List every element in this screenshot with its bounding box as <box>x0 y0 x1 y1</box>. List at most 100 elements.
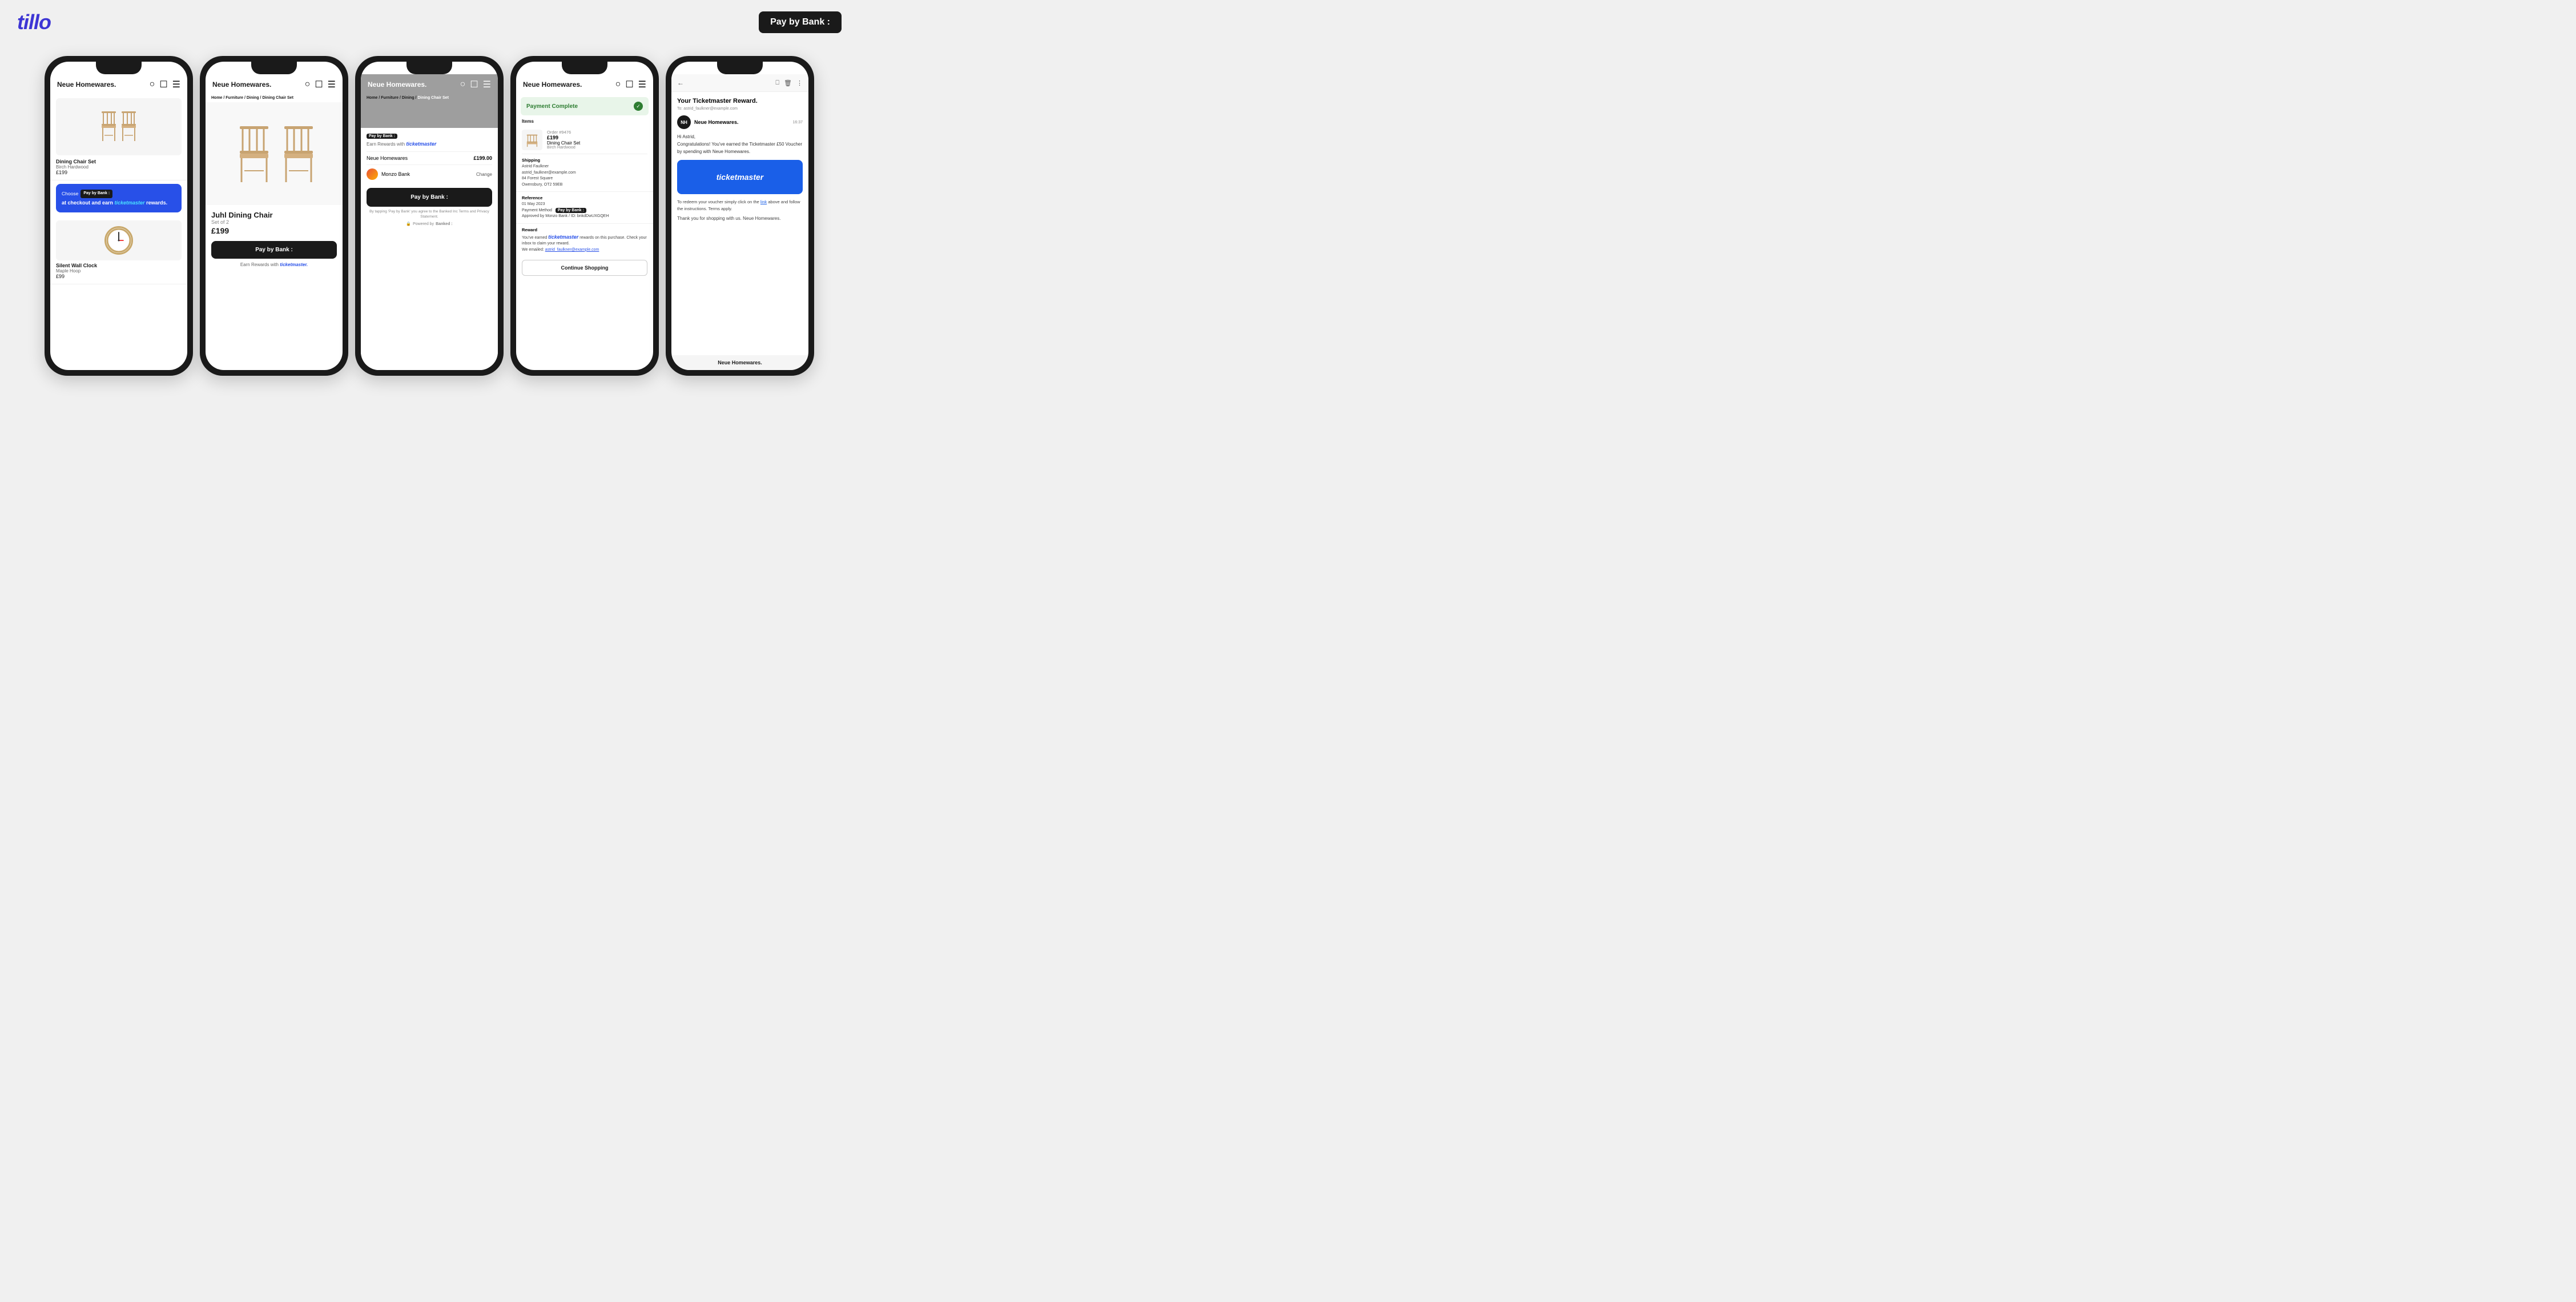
sender-name: Neue Homewares. <box>694 119 739 125</box>
more-icon[interactable]: ⋮ <box>796 79 803 87</box>
check-icon: ✓ <box>634 102 643 111</box>
navbar-4: Neue Homewares. ○ ☐ ☰ <box>516 74 653 94</box>
cart-icon-3[interactable]: ☐ <box>470 79 478 90</box>
reward-label: Reward <box>522 227 647 232</box>
brand-3: Neue Homewares. <box>368 81 426 89</box>
payment-title: Pay by Bank : <box>367 134 492 139</box>
order-section: Items <box>516 119 653 154</box>
email-sender: NH Neue Homewares. 16:37 <box>677 115 803 129</box>
navbar-icons-2: ○ ☐ ☰ <box>305 79 336 90</box>
notch-2 <box>251 62 297 74</box>
order-number: Order #9476 <box>547 130 647 135</box>
ticketmaster-reward: ticketmaster <box>548 234 578 240</box>
product-card-2[interactable]: Silent Wall Clock Maple Hoop £99 <box>50 216 187 284</box>
navbar-3: Neue Homewares. ○ ☐ ☰ <box>361 74 498 94</box>
cart-icon-2[interactable]: ☐ <box>315 79 323 90</box>
product-chairs-large <box>228 114 320 194</box>
product-price-1: £199 <box>56 170 182 175</box>
archive-icon[interactable]: ⎕ <box>775 79 779 87</box>
promo-text: at checkout and earn ticketmaster reward… <box>62 199 176 207</box>
brand-4: Neue Homewares. <box>523 81 582 89</box>
pay-by-bank-btn-2[interactable]: Pay by Bank : <box>211 241 337 259</box>
product-detail-image <box>206 102 343 205</box>
product-image-1 <box>56 98 182 155</box>
product-detail-price: £199 <box>211 226 337 235</box>
cart-icon-1[interactable]: ☐ <box>159 79 167 90</box>
redeem-link[interactable]: link <box>760 199 767 204</box>
reward-text: You've earned ticketmaster rewards on th… <box>522 234 647 254</box>
order-sub: Birch Hardwood <box>547 146 647 150</box>
shipping-city: Owensbury, OT2 59EB <box>522 182 647 188</box>
pay-by-bank-small: Pay by Bank : <box>367 134 397 139</box>
breadcrumb-3: Home / Furniture / Dining / Dining Chair… <box>361 94 498 102</box>
clock-face <box>104 226 133 255</box>
product-card-1[interactable]: Dining Chair Set Birch Hardwood £199 <box>50 94 187 180</box>
payment-complete-bar: Payment Complete ✓ <box>521 97 649 115</box>
phones-container: Neue Homewares. ○ ☐ ☰ <box>0 45 859 393</box>
payment-complete-text: Payment Complete <box>526 103 578 110</box>
navbar-2: Neue Homewares. ○ ☐ ☰ <box>206 74 343 94</box>
search-icon-3[interactable]: ○ <box>460 79 466 90</box>
phone-5-email: ← ⎕ 🗑 ⋮ Your Ticketmaster Reward. To: as… <box>666 56 814 376</box>
promo-choose: Choose <box>62 190 78 198</box>
tillo-logo: tillo <box>17 10 51 34</box>
bank-info: Monzo Bank <box>367 168 410 180</box>
menu-icon-1[interactable]: ☰ <box>172 79 180 90</box>
phone-4-confirmation: Neue Homewares. ○ ☐ ☰ Payment Complete ✓… <box>510 56 659 376</box>
menu-icon-3[interactable]: ☰ <box>483 79 491 90</box>
product-detail-sub: Set of 2 <box>211 219 337 225</box>
ticketmaster-link-3: ticketmaster <box>406 141 436 147</box>
email-header-icons: ⎕ 🗑 ⋮ <box>775 79 803 87</box>
header: tillo Pay by Bank : <box>0 0 859 45</box>
phone-1-shop: Neue Homewares. ○ ☐ ☰ <box>45 56 193 376</box>
order-item: Order #9476 £199 Dining Chair Set Birch … <box>522 126 647 154</box>
reference-date: 01 May 2023 <box>522 202 647 208</box>
cart-icon-4[interactable]: ☐ <box>625 79 633 90</box>
delete-icon[interactable]: 🗑 <box>784 79 792 87</box>
ticketmaster-promo: ticketmaster <box>115 200 145 206</box>
continue-shopping-btn[interactable]: Continue Shopping <box>522 260 647 276</box>
navbar-icons-1: ○ ☐ ☰ <box>150 79 180 90</box>
sender-avatar: NH <box>677 115 691 129</box>
change-btn[interactable]: Change <box>476 172 492 177</box>
search-icon-1[interactable]: ○ <box>150 79 155 90</box>
order-thumb <box>522 130 542 150</box>
search-icon-4[interactable]: ○ <box>615 79 621 90</box>
shipping-name: Astrid Faulkner <box>522 164 647 170</box>
notch-1 <box>96 62 142 74</box>
earn-section: Earn Rewards with ticketmaster <box>367 141 492 147</box>
email-sign: Thank you for shopping with us. Neue Hom… <box>677 216 803 221</box>
ticketmaster-card: ticketmaster <box>677 160 803 194</box>
ticketmaster-earn-2: ticketmaster. <box>280 262 308 267</box>
back-arrow-icon[interactable]: ← <box>677 79 684 87</box>
clock-image <box>56 220 182 260</box>
notch-5 <box>717 62 763 74</box>
menu-icon-2[interactable]: ☰ <box>328 79 336 90</box>
navbar-icons-3: ○ ☐ ☰ <box>460 79 491 90</box>
reward-section: Reward You've earned ticketmaster reward… <box>516 224 653 257</box>
reference-approved: Approved by Monzo Bank / ID: bnkdDwUXGQE… <box>522 214 647 220</box>
menu-icon-4[interactable]: ☰ <box>638 79 646 90</box>
send-time: 16:37 <box>792 120 803 124</box>
reference-label: Reference <box>522 195 647 200</box>
product-sub-2: Maple Hoop <box>56 268 182 274</box>
navbar-icons-4: ○ ☐ ☰ <box>615 79 646 90</box>
product-detail-name: Juhl Dining Chair <box>211 211 337 219</box>
pay-by-bank-header-badge: Pay by Bank : <box>759 11 842 33</box>
promo-banner: Choose Pay by Bank : at checkout and ear… <box>56 184 182 212</box>
payment-merchant-row: Neue Homewares £199.00 <box>367 151 492 164</box>
shipping-section: Shipping Astrid Faulkner astrid_faulkner… <box>516 154 653 192</box>
product-sub-1: Birch Hardwood <box>56 164 182 170</box>
reference-method: Payment Method Pay by Bank : <box>522 208 647 214</box>
shipping-address: 84 Forest Square <box>522 176 647 182</box>
notch-4 <box>562 62 607 74</box>
payment-bank-row: Monzo Bank Change <box>367 164 492 183</box>
search-icon-2[interactable]: ○ <box>305 79 311 90</box>
pay-by-bank-btn-3[interactable]: Pay by Bank : <box>367 188 492 207</box>
earn-rewards-2: Earn Rewards with ticketmaster. <box>211 262 337 267</box>
email-footer: To redeem your voucher simply click on t… <box>677 199 803 212</box>
email-content: Your Ticketmaster Reward. To: astrid_fau… <box>671 92 808 355</box>
product-detail-info: Juhl Dining Chair Set of 2 £199 Pay by B… <box>206 211 343 267</box>
reference-section: Reference 01 May 2023 Payment Method Pay… <box>516 192 653 224</box>
phone-2-product: Neue Homewares. ○ ☐ ☰ Home / Furniture /… <box>200 56 348 376</box>
